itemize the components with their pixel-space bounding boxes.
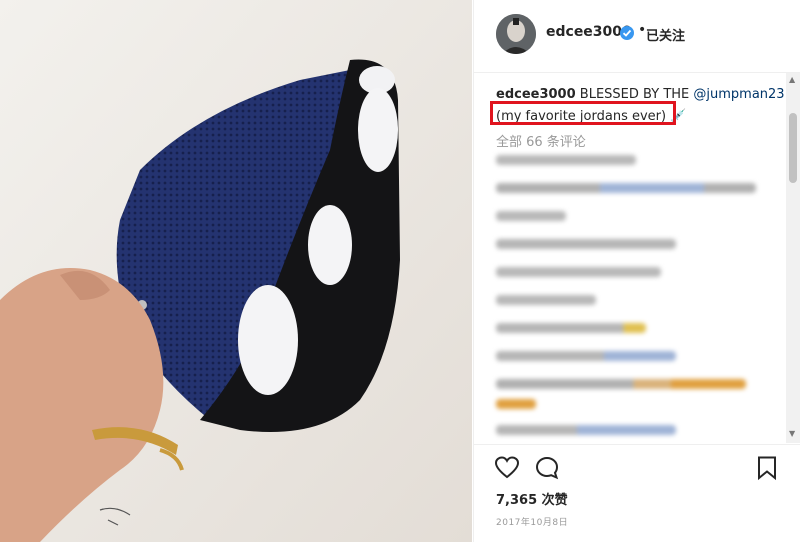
post-header: edcee3000 • 已关注 bbox=[474, 0, 800, 73]
post-photo bbox=[0, 0, 472, 542]
blurred-comment bbox=[496, 351, 676, 361]
post-detail-panel: edcee3000 • 已关注 edcee3000 BLESSED BY THE… bbox=[473, 0, 800, 542]
verified-badge-icon bbox=[620, 26, 634, 40]
bookmark-icon[interactable] bbox=[754, 455, 780, 481]
blurred-comment bbox=[496, 425, 676, 435]
likes-count[interactable]: 7,365 次赞 bbox=[496, 489, 568, 508]
comments-scrollbar[interactable]: ▲ ▼ bbox=[786, 73, 800, 443]
blurred-comment bbox=[496, 211, 566, 221]
caption-text: BLESSED BY THE bbox=[579, 87, 690, 102]
post-actions: 7,365 次赞 2017年10月8日 bbox=[474, 444, 800, 543]
comment-bubble-icon[interactable] bbox=[534, 455, 560, 481]
blurred-comment bbox=[496, 295, 596, 305]
blurred-comment bbox=[496, 155, 636, 165]
follow-status-button[interactable]: 已关注 bbox=[646, 25, 685, 44]
blurred-comment bbox=[496, 399, 536, 409]
highlight-annotation-box bbox=[490, 101, 676, 125]
scroll-down-arrow-icon[interactable]: ▼ bbox=[789, 429, 795, 438]
scroll-up-arrow-icon[interactable]: ▲ bbox=[789, 75, 795, 84]
caption-line-1: edcee3000 BLESSED BY THE @jumpman23 bbox=[496, 87, 785, 102]
heart-icon[interactable] bbox=[494, 455, 520, 481]
caption-username[interactable]: edcee3000 bbox=[496, 87, 576, 102]
caption-mention-link[interactable]: @jumpman23 bbox=[693, 87, 784, 102]
comments-list[interactable]: edcee3000 BLESSED BY THE @jumpman23 (my … bbox=[474, 73, 788, 443]
blurred-comment bbox=[496, 239, 676, 249]
blurred-comment bbox=[496, 267, 661, 277]
post-date[interactable]: 2017年10月8日 bbox=[496, 515, 568, 528]
avatar[interactable] bbox=[496, 14, 536, 54]
view-all-comments-link[interactable]: 全部 66 条评论 bbox=[496, 131, 586, 150]
scroll-thumb[interactable] bbox=[789, 113, 797, 183]
blurred-comment bbox=[496, 323, 646, 333]
blurred-comment bbox=[496, 183, 756, 193]
blurred-comment bbox=[496, 379, 746, 389]
